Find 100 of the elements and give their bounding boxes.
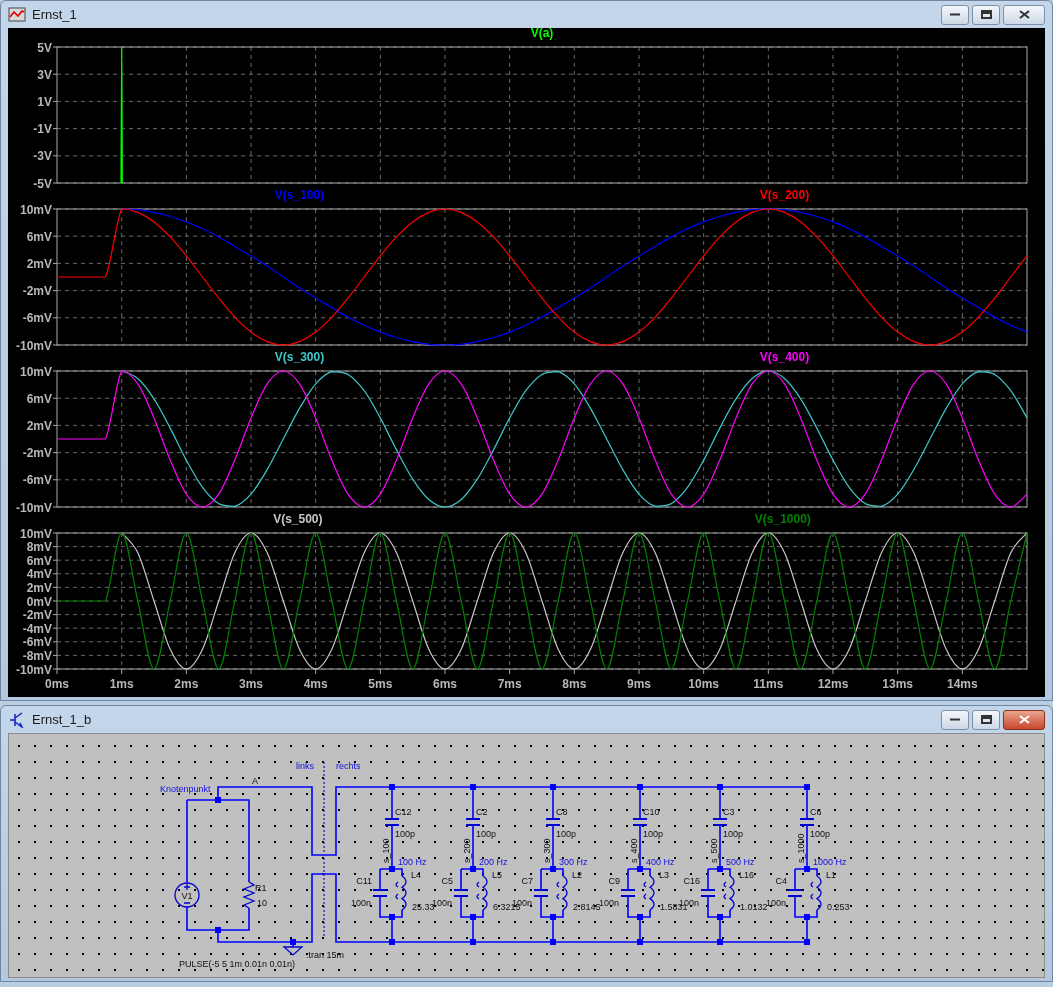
window-title: Ernst_1 (32, 7, 77, 22)
net-label: s_100 (381, 838, 391, 863)
component-name: L16 (739, 870, 755, 880)
net-label: A (252, 776, 258, 786)
voltage-source-symbol (174, 882, 200, 908)
frequency-label: 1000 Hz (813, 857, 847, 867)
component-value: 100p (476, 829, 497, 839)
component-value: 0.253 (827, 902, 850, 912)
component-name: C2 (476, 807, 488, 817)
axis-tick-label: 14ms (947, 677, 978, 691)
maximize-button[interactable] (972, 4, 1000, 25)
component-name: C11 (356, 876, 372, 886)
axis-tick-label: 2mV (26, 580, 52, 595)
component-name: C12 (395, 807, 412, 817)
axis-tick-label: 10ms (688, 677, 719, 691)
axis-tick-label: 3V (37, 67, 52, 82)
axis-tick-label: 2ms (174, 677, 199, 691)
axis-tick-label: 1ms (109, 677, 134, 691)
capacitor-symbol (453, 889, 469, 897)
axis-tick-label: -5V (33, 176, 52, 190)
component-name: C10 (643, 807, 660, 817)
axis-tick-label: 8mV (26, 540, 52, 555)
capacitor-symbol (384, 818, 400, 826)
capacitor-symbol (787, 889, 803, 897)
component-value: 100p (810, 829, 831, 839)
net-label: s_500 (709, 838, 719, 863)
axis-tick-label: 13ms (882, 677, 913, 691)
minimize-icon (950, 13, 960, 16)
axis-tick-label: 9ms (627, 677, 651, 691)
side-label: links (296, 761, 314, 771)
axis-tick-label: 6ms (433, 677, 457, 691)
axis-tick-label: -6mV (22, 635, 52, 650)
axis-tick-label: -10mV (15, 662, 52, 677)
component-name: C9 (608, 876, 620, 886)
axis-tick-label: 6mV (26, 229, 52, 244)
trace-label: V(s_400) (759, 350, 810, 364)
trace-label: V(s_1000) (754, 512, 811, 526)
trace-label: V(s_300) (274, 350, 325, 364)
component-name: L4 (411, 870, 421, 880)
waveform-icon (8, 6, 26, 23)
axis-tick-label: 3ms (239, 677, 263, 691)
axis-tick-label: -2mV (22, 284, 52, 299)
window-title: Ernst_1_b (32, 712, 92, 727)
maximize-button[interactable] (972, 709, 1000, 730)
axis-tick-label: 11ms (753, 677, 784, 691)
axis-tick-label: 6mV (26, 391, 52, 406)
inductor-symbol (395, 875, 407, 911)
component-name: C8 (556, 807, 568, 817)
component-name: V1 (181, 891, 193, 901)
frequency-label: 300 Hz (559, 857, 588, 867)
component-value: 100p (723, 829, 744, 839)
axis-tick-label: 4ms (303, 677, 328, 691)
axis-tick-label: 5V (37, 40, 52, 55)
component-value: 100n (350, 898, 371, 908)
axis-tick-label: 8ms (562, 677, 587, 691)
capacitor-symbol (700, 889, 716, 897)
axis-tick-label: 6mV (26, 553, 52, 568)
net-label: s_300 (542, 838, 552, 863)
capacitor-symbol (632, 818, 648, 826)
source-value: PULSE(-5 5 1m 0.01n 0.01n) (179, 959, 296, 969)
axis-tick-label: -6mV (22, 311, 52, 326)
maximize-icon (980, 715, 992, 724)
axis-tick-label: -4mV (22, 621, 52, 636)
axis-tick-label: -6mV (22, 473, 52, 488)
frequency-label: 400 Hz (646, 857, 675, 867)
axis-tick-label: 1V (37, 94, 52, 109)
trace-label: V(s_500) (273, 512, 323, 526)
axis-tick-label: -2mV (22, 446, 52, 461)
simulation-directive: .tran 15m (306, 950, 345, 960)
component-name: C7 (521, 876, 533, 886)
component-name: C6 (810, 807, 822, 817)
frequency-label: 200 Hz (479, 857, 508, 867)
close-icon (1018, 715, 1030, 724)
capacitor-symbol (712, 818, 728, 826)
component-name: C4 (775, 876, 787, 886)
close-button[interactable] (1003, 709, 1045, 730)
component-name: L2 (572, 870, 582, 880)
axis-tick-label: 0mV (26, 594, 52, 609)
frequency-label: 500 Hz (726, 857, 755, 867)
axis-tick-label: 12ms (817, 677, 849, 691)
close-button[interactable] (1003, 4, 1045, 25)
component-value: 100p (395, 829, 416, 839)
inductor-symbol (643, 875, 655, 911)
close-icon (1018, 10, 1030, 19)
capacitor-symbol (533, 889, 549, 897)
inductor-symbol (476, 875, 488, 911)
component-value: 10 (257, 898, 267, 908)
axis-tick-label: -8mV (22, 648, 52, 663)
capacitor-symbol (545, 818, 561, 826)
trace-label: V(s_200) (759, 188, 810, 202)
axis-tick-label: 5ms (368, 677, 393, 691)
component-name: L3 (659, 870, 669, 880)
axis-tick-label: -10mV (15, 500, 52, 514)
component-name: C5 (441, 876, 453, 886)
axis-tick-label: 0ms (45, 677, 69, 691)
axis-tick-label: -10mV (15, 338, 52, 352)
component-name: R1 (255, 883, 267, 893)
axis-tick-label: -2mV (22, 608, 52, 623)
frequency-label: 100 Hz (398, 857, 427, 867)
axis-tick-label: 2mV (26, 418, 52, 433)
